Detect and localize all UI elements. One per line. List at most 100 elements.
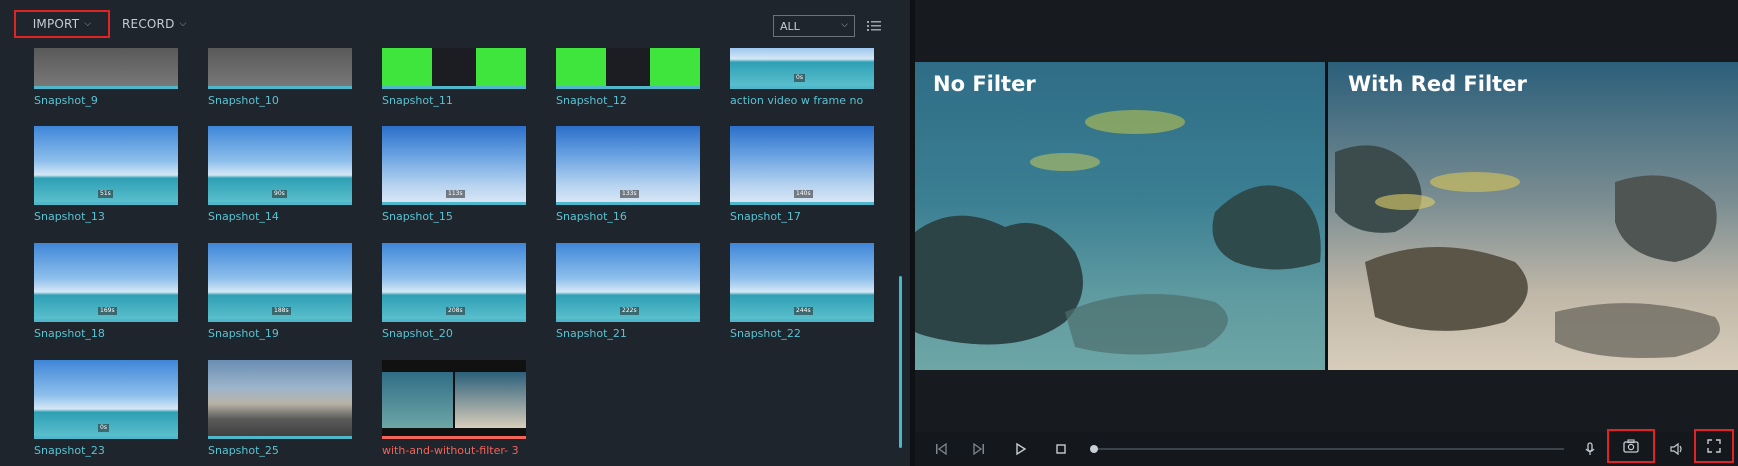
import-label: IMPORT xyxy=(32,17,80,31)
right-panel-title: With Red Filter xyxy=(1348,72,1527,96)
person-figure xyxy=(432,48,476,89)
seek-handle[interactable] xyxy=(1090,445,1098,453)
media-thumbnail[interactable]: 188s xyxy=(208,243,352,322)
media-filter-select[interactable]: ALL ⌵ xyxy=(773,15,855,37)
media-thumbnail[interactable] xyxy=(382,48,526,89)
microphone-icon[interactable] xyxy=(1581,440,1599,458)
thumbnail-timestamp: 90s xyxy=(272,190,287,198)
thumbnail-progress-bar xyxy=(208,202,352,205)
media-thumbnail[interactable]: 0s xyxy=(34,360,178,439)
thumbnail-progress-bar xyxy=(730,202,874,205)
media-tile-label: Snapshot_15 xyxy=(382,210,453,223)
thumbnail-timestamp: 222s xyxy=(620,307,639,315)
media-thumbnail[interactable]: 169s xyxy=(34,243,178,322)
preview-left-half xyxy=(382,372,453,428)
media-tile-label: with-and-without-filter- 3 xyxy=(382,444,519,457)
media-grid: Snapshot_9 Snapshot_10 Snapshot_11 Snapshot… xyxy=(0,48,900,466)
camera-icon xyxy=(1623,439,1639,453)
thumbnail-timestamp: 188s xyxy=(272,307,291,315)
thumbnail-timestamp: 51s xyxy=(98,190,113,198)
fullscreen-button[interactable] xyxy=(1694,429,1734,463)
media-thumbnail[interactable] xyxy=(556,48,700,89)
snapshot-button[interactable] xyxy=(1607,429,1655,463)
thumbnail-timestamp: 113s xyxy=(446,190,465,198)
thumbnail-progress-bar xyxy=(382,202,526,205)
media-thumbnail[interactable] xyxy=(34,48,178,89)
video-editor-window: IMPORT ⌵ RECORD ⌵ ALL ⌵ Snapshot_9 Snapsh… xyxy=(0,0,1738,466)
media-thumbnail[interactable] xyxy=(382,360,526,439)
skip-forward-icon[interactable] xyxy=(970,440,988,458)
thumbnail-timestamp: 208s xyxy=(446,307,465,315)
volume-icon[interactable] xyxy=(1668,440,1686,458)
media-tile-label: Snapshot_23 xyxy=(34,444,105,457)
media-thumbnail[interactable]: 222s xyxy=(556,243,700,322)
preview-right-half xyxy=(455,372,526,428)
video-frame xyxy=(915,62,1738,370)
media-tile-label: Snapshot_25 xyxy=(208,444,279,457)
import-button[interactable]: IMPORT ⌵ xyxy=(14,10,110,38)
thumbnail-timestamp: 169s xyxy=(98,307,117,315)
media-thumbnail[interactable]: 244s xyxy=(730,243,874,322)
media-thumbnail[interactable] xyxy=(208,360,352,439)
thumbnail-progress-bar xyxy=(208,319,352,322)
thumbnail-timestamp: 0s xyxy=(794,74,805,82)
media-thumbnail[interactable]: 90s xyxy=(208,126,352,205)
library-toolbar: IMPORT ⌵ RECORD ⌵ ALL ⌵ xyxy=(0,0,910,48)
thumbnail-progress-bar xyxy=(382,436,526,439)
media-tile-label: Snapshot_16 xyxy=(556,210,627,223)
skip-back-icon[interactable] xyxy=(932,440,950,458)
media-thumbnail[interactable]: 51s xyxy=(34,126,178,205)
media-thumbnail[interactable]: 133s xyxy=(556,126,700,205)
thumbnail-progress-bar xyxy=(556,202,700,205)
media-thumbnail[interactable]: 140s xyxy=(730,126,874,205)
media-tile-label: Snapshot_19 xyxy=(208,327,279,340)
thumbnail-progress-bar xyxy=(556,319,700,322)
record-button[interactable]: RECORD ⌵ xyxy=(122,10,187,38)
media-thumbnail[interactable]: 0s xyxy=(730,48,874,89)
thumbnail-progress-bar xyxy=(208,436,352,439)
preview-panel: No Filter With Red Filter xyxy=(915,0,1738,466)
thumbnail-progress-bar xyxy=(34,319,178,322)
thumbnail-progress-bar xyxy=(730,86,874,89)
media-tile-label: Snapshot_22 xyxy=(730,327,801,340)
preview-video[interactable]: No Filter With Red Filter xyxy=(915,62,1738,370)
left-panel-title: No Filter xyxy=(933,72,1036,96)
media-tile-label: Snapshot_21 xyxy=(556,327,627,340)
list-view-icon[interactable] xyxy=(866,18,882,34)
media-tile-label: Snapshot_14 xyxy=(208,210,279,223)
record-label: RECORD xyxy=(122,17,175,31)
filter-select-value: ALL xyxy=(780,19,800,33)
thumbnail-progress-bar xyxy=(382,86,526,89)
media-tile-label: Snapshot_20 xyxy=(382,327,453,340)
thumbnail-progress-bar xyxy=(208,86,352,89)
media-tile-label: Snapshot_11 xyxy=(382,94,453,107)
seek-bar[interactable] xyxy=(1094,448,1564,450)
media-tile-label: Snapshot_17 xyxy=(730,210,801,223)
media-library-panel: IMPORT ⌵ RECORD ⌵ ALL ⌵ Snapshot_9 Snapsh… xyxy=(0,0,910,466)
person-figure xyxy=(606,48,650,89)
thumbnail-timestamp: 133s xyxy=(620,190,639,198)
fullscreen-icon xyxy=(1707,439,1721,453)
thumbnail-progress-bar xyxy=(34,86,178,89)
chevron-down-icon: ⌵ xyxy=(84,19,92,29)
media-tile-label: Snapshot_13 xyxy=(34,210,105,223)
thumbnail-progress-bar xyxy=(556,86,700,89)
thumbnail-timestamp: 244s xyxy=(794,307,813,315)
thumbnail-progress-bar xyxy=(730,319,874,322)
media-thumbnail[interactable]: 208s xyxy=(382,243,526,322)
media-tile-label: action video w frame no xyxy=(730,94,864,107)
thumbnail-timestamp: 0s xyxy=(98,424,109,432)
media-thumbnail[interactable] xyxy=(208,48,352,89)
media-tile-label: Snapshot_10 xyxy=(208,94,279,107)
thumbnail-progress-bar xyxy=(34,436,178,439)
media-tile-label: Snapshot_9 xyxy=(34,94,98,107)
thumbnail-timestamp: 140s xyxy=(794,190,813,198)
library-scrollbar[interactable] xyxy=(899,276,902,448)
media-tile-label: Snapshot_12 xyxy=(556,94,627,107)
chevron-down-icon: ⌵ xyxy=(179,19,187,29)
media-thumbnail[interactable]: 113s xyxy=(382,126,526,205)
stop-icon[interactable] xyxy=(1052,440,1070,458)
thumbnail-progress-bar xyxy=(382,319,526,322)
chevron-down-icon: ⌵ xyxy=(841,20,848,30)
play-icon[interactable] xyxy=(1011,440,1029,458)
